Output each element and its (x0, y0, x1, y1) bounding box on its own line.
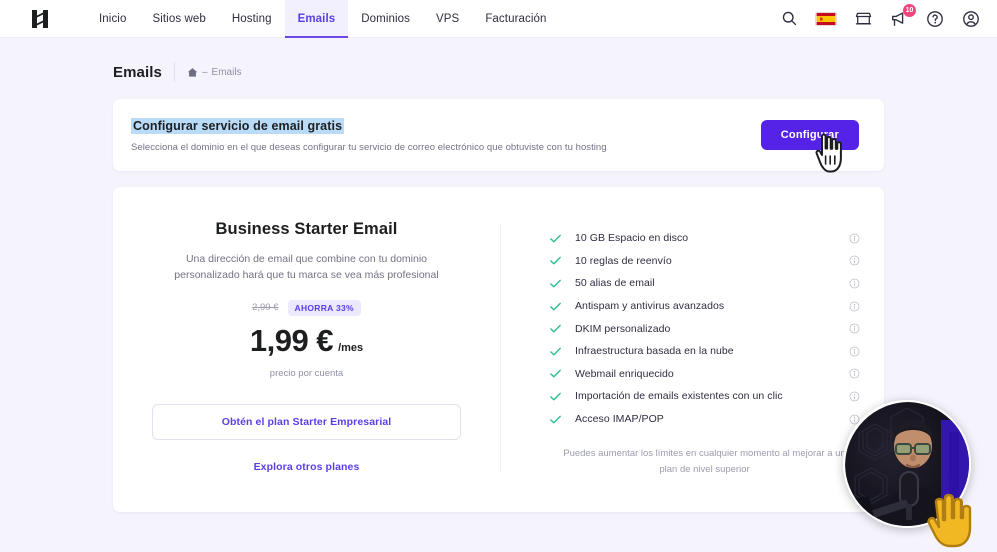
check-icon (549, 413, 569, 426)
feature-label: Infraestructura basada en la nube (575, 345, 734, 358)
hostinger-h-logo-icon[interactable] (12, 7, 68, 31)
announcements-megaphone-icon[interactable]: 10 (889, 3, 916, 29)
feature-row: 10 reglas de reenvío (549, 250, 860, 273)
plan-description: Una dirección de email que combine con t… (174, 253, 439, 282)
plan-card: Business Starter Email Una dirección de … (113, 187, 884, 512)
feature-row: Infraestructura basada en la nube (549, 340, 860, 363)
info-circle-icon[interactable] (849, 233, 860, 244)
nav-link-inicio[interactable]: Inicio (86, 0, 139, 38)
app-root: Inicio Sitios web Hosting Emails Dominio… (0, 0, 997, 552)
info-circle-icon[interactable] (849, 301, 860, 312)
feature-row: 10 GB Espacio en disco (549, 227, 860, 250)
feature-row: 50 alias de email (549, 272, 860, 295)
explore-other-plans-link[interactable]: Explora otros planes (254, 461, 360, 473)
breadcrumb: – Emails (187, 67, 242, 78)
plan-summary-pane: Business Starter Email Una dirección de … (113, 187, 500, 512)
nav-link-vps[interactable]: VPS (423, 0, 472, 38)
get-starter-plan-button[interactable]: Obtén el plan Starter Empresarial (152, 403, 461, 440)
check-icon (549, 232, 569, 245)
info-circle-icon[interactable] (849, 368, 860, 379)
configurar-button[interactable]: Configurar (760, 120, 859, 150)
feature-row: DKIM personalizado (549, 317, 860, 340)
banner-title: Configurar servicio de email gratis (131, 118, 345, 134)
info-circle-icon[interactable] (849, 346, 860, 357)
nav-icon-group: 10 (779, 3, 981, 29)
feature-label: Antispam y antivirus avanzados (575, 300, 725, 313)
presenter-webcam-bubble (843, 400, 971, 528)
current-price: 1,99 € /mes (250, 323, 363, 359)
price-note: precio por cuenta (269, 367, 344, 379)
check-icon (549, 322, 569, 335)
info-circle-icon[interactable] (849, 278, 860, 289)
old-price: 2,99 € (252, 302, 279, 314)
feature-label: Acceso IMAP/POP (575, 413, 664, 426)
setup-email-banner: Configurar servicio de email gratis Sele… (113, 99, 884, 171)
features-pane: 10 GB Espacio en disco 10 reglas de reen… (501, 187, 884, 512)
account-avatar-icon[interactable] (961, 9, 981, 29)
check-icon (549, 390, 569, 403)
nav-link-emails[interactable]: Emails (284, 0, 349, 38)
feature-label: Importación de emails existentes con un … (575, 390, 783, 403)
feature-row: Importación de emails existentes con un … (549, 385, 860, 408)
check-icon (549, 345, 569, 358)
feature-row: Acceso IMAP/POP (549, 408, 860, 431)
check-icon (549, 367, 569, 380)
nav-link-dominios[interactable]: Dominios (348, 0, 423, 38)
feature-label: 50 alias de email (575, 277, 655, 290)
nav-link-facturacion[interactable]: Facturación (472, 0, 559, 38)
feature-label: Webmail enriquecido (575, 367, 674, 380)
check-icon (549, 277, 569, 290)
spain-flag-icon[interactable] (815, 11, 837, 26)
check-icon (549, 254, 569, 267)
home-icon[interactable] (187, 67, 198, 78)
info-circle-icon[interactable] (849, 391, 860, 402)
header-divider (173, 62, 175, 82)
feature-label: DKIM personalizado (575, 322, 671, 335)
breadcrumb-current[interactable]: Emails (212, 67, 242, 78)
feature-label: 10 GB Espacio en disco (575, 232, 689, 245)
nav-link-sitios-web[interactable]: Sitios web (139, 0, 218, 38)
features-note: Puedes aumentar los límites en cualquier… (563, 448, 846, 476)
page-header: Emails – Emails (113, 62, 242, 82)
price-amount: 1,99 € (249, 322, 334, 358)
feature-row: Antispam y antivirus avanzados (549, 295, 860, 318)
top-navbar: Inicio Sitios web Hosting Emails Dominio… (0, 0, 997, 38)
nav-links: Inicio Sitios web Hosting Emails Dominio… (86, 0, 560, 38)
price-comparison-row: 2,99 € AHORRA 33% (252, 299, 361, 316)
help-question-icon[interactable] (925, 9, 945, 29)
nav-link-hosting[interactable]: Hosting (219, 0, 285, 38)
notification-badge-count: 10 (903, 3, 916, 17)
banner-subtitle: Selecciona el dominio en el que deseas c… (131, 142, 607, 153)
breadcrumb-separator: – (201, 66, 208, 78)
check-icon (549, 300, 569, 313)
banner-text-group: Configurar servicio de email gratis Sele… (131, 117, 607, 153)
price-period: /mes (338, 341, 364, 354)
page-title: Emails (113, 63, 162, 81)
info-circle-icon[interactable] (849, 255, 860, 266)
search-icon[interactable] (779, 9, 799, 29)
feature-row: Webmail enriquecido (549, 363, 860, 386)
plan-name: Business Starter Email (215, 220, 398, 238)
discount-badge: AHORRA 33% (287, 299, 361, 316)
store-icon[interactable] (853, 9, 873, 29)
feature-label: 10 reglas de reenvío (575, 254, 672, 267)
info-circle-icon[interactable] (849, 323, 860, 334)
